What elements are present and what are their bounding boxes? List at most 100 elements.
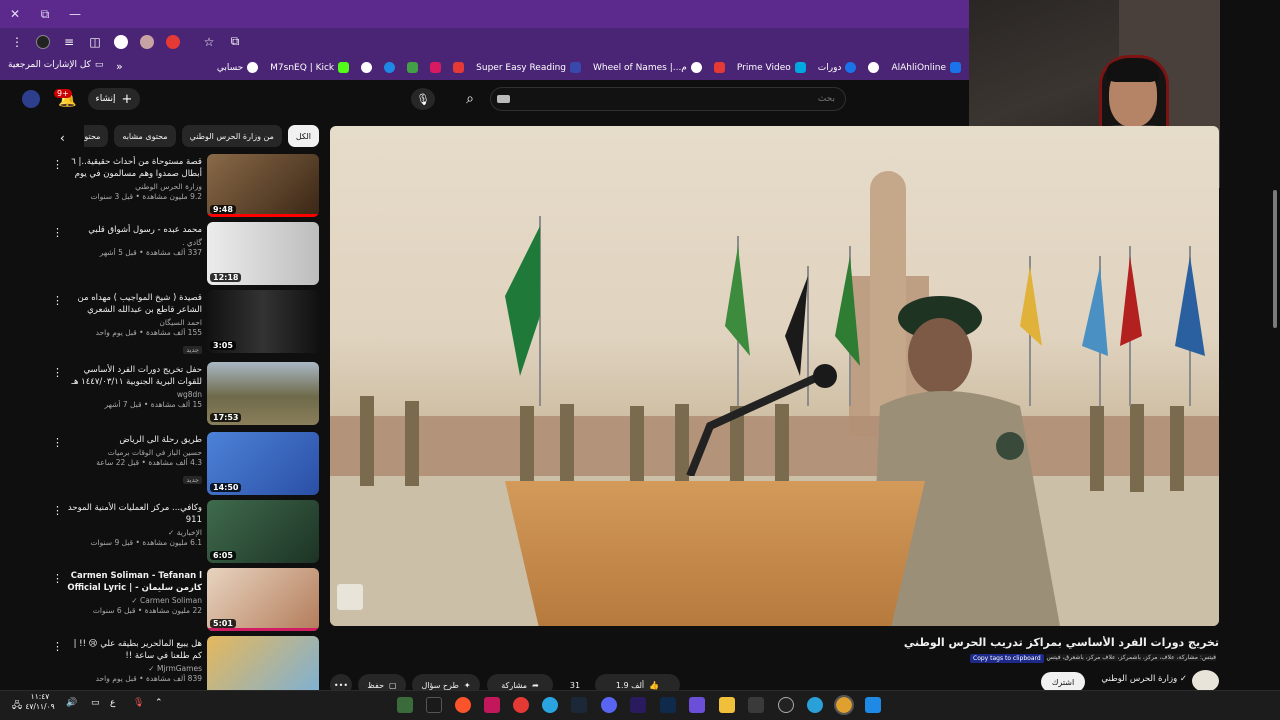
more-actions-icon[interactable]: ⋮ bbox=[52, 366, 63, 379]
bookmark-item[interactable]: Super Easy Reading bbox=[472, 62, 585, 73]
more-actions-icon[interactable]: ⋮ bbox=[52, 294, 63, 307]
bookmark-item[interactable]: M7snEQ | Kick bbox=[266, 62, 353, 73]
list-item[interactable]: 17:53 حفل تخريج دورات الفرد الأساسي للقو… bbox=[40, 362, 320, 426]
taskbar-app-photoshop-icon[interactable] bbox=[660, 697, 676, 713]
list-item[interactable]: 5:01 Carmen Soliman - Tefanan l كارمن سل… bbox=[40, 568, 320, 632]
restore-window-button[interactable]: ⧉ bbox=[30, 0, 60, 28]
menu-kebab-icon[interactable]: ⋮ bbox=[6, 32, 28, 52]
extension-eye-icon[interactable] bbox=[136, 32, 158, 52]
video-title[interactable]: هل يبيع المالحرير بطيقه علي 😢 !! | كم طل… bbox=[66, 638, 202, 662]
language-indicator[interactable]: ع bbox=[110, 698, 115, 708]
bookmark-item[interactable]: Prime Video bbox=[733, 62, 810, 73]
extension-youtube-icon[interactable] bbox=[162, 32, 184, 52]
bookmark-item[interactable]: دورات bbox=[814, 62, 861, 73]
taskbar-app-brave-icon[interactable] bbox=[455, 697, 471, 713]
list-item[interactable]: 14:50 طريق رحلة الى الرياض حسين الباز في… bbox=[40, 432, 320, 496]
bookmark-item[interactable] bbox=[864, 62, 883, 73]
bookmark-star-icon[interactable]: ☆ bbox=[198, 32, 220, 52]
list-item[interactable]: 6:05 وكافي... مركز العمليات الأمنية المو… bbox=[40, 500, 320, 564]
channel-name[interactable]: Carmen Soliman ✓ bbox=[66, 596, 202, 605]
video-thumbnail[interactable]: 5:01 bbox=[207, 568, 319, 631]
voice-search-button[interactable]: 🎙 bbox=[411, 88, 435, 110]
profile-icon[interactable] bbox=[32, 32, 54, 52]
taskbar-app-steam-icon[interactable] bbox=[571, 697, 587, 713]
channel-name[interactable]: وزارة الحرس الوطني bbox=[66, 182, 202, 191]
video-title[interactable]: وكافي... مركز العمليات الأمنية الموحد 91… bbox=[66, 502, 202, 526]
install-app-icon[interactable]: ⧉ bbox=[224, 32, 246, 52]
search-input[interactable] bbox=[490, 87, 846, 111]
taskbar-app-icon[interactable] bbox=[689, 697, 705, 713]
video-thumbnail[interactable]: 3:05 bbox=[207, 290, 319, 353]
chip-all[interactable]: الكل bbox=[287, 125, 319, 147]
more-actions-icon[interactable]: ⋮ bbox=[52, 436, 63, 449]
taskbar-app-chrome-icon[interactable] bbox=[834, 695, 854, 715]
all-bookmarks-button[interactable]: كل الإشارات المرجعية ▭ bbox=[8, 60, 103, 70]
taskbar-app-github-icon[interactable] bbox=[778, 697, 794, 713]
taskbar-app-telegram-icon[interactable] bbox=[542, 697, 558, 713]
bookmark-item[interactable] bbox=[380, 62, 399, 73]
subscribe-button[interactable]: اشترك bbox=[1041, 672, 1085, 692]
taskbar-app-excel-icon[interactable] bbox=[397, 697, 413, 713]
video-thumbnail[interactable]: 6:05 bbox=[207, 500, 319, 563]
chevron-left-icon[interactable]: ‹ bbox=[60, 131, 65, 145]
taskbar-app-icon[interactable] bbox=[484, 697, 500, 713]
channel-name[interactable]: الإخبارية ✓ bbox=[66, 528, 202, 537]
video-thumbnail[interactable]: 9:48 bbox=[207, 154, 319, 217]
more-actions-icon[interactable]: ⋮ bbox=[52, 572, 63, 585]
taskbar-app-icon[interactable] bbox=[513, 697, 529, 713]
bookmark-item[interactable]: حسابي bbox=[213, 62, 262, 73]
bookmark-item[interactable]: م...| Wheel of Names bbox=[589, 62, 706, 73]
extension-brave-icon[interactable] bbox=[110, 32, 132, 52]
bookmark-item[interactable] bbox=[710, 62, 729, 73]
network-icon[interactable]: 🖧 bbox=[12, 698, 22, 714]
bookmark-item[interactable] bbox=[426, 62, 445, 73]
video-title[interactable]: Carmen Soliman - Tefanan l كارمن سليمان … bbox=[66, 570, 202, 594]
speaker-icon[interactable]: 🔊 bbox=[66, 698, 77, 708]
channel-avatar[interactable] bbox=[1192, 670, 1219, 692]
bookmark-item[interactable] bbox=[403, 62, 422, 73]
page-scrollbar[interactable] bbox=[1271, 188, 1280, 688]
taskbar-app-discord-icon[interactable] bbox=[601, 697, 617, 713]
more-actions-icon[interactable]: ⋮ bbox=[52, 226, 63, 239]
mic-active-icon[interactable]: 🎙 bbox=[133, 698, 144, 708]
taskbar-app-store-icon[interactable] bbox=[748, 697, 764, 713]
channel-name[interactable]: گادي . bbox=[66, 238, 202, 247]
close-window-button[interactable]: ✕ bbox=[0, 0, 30, 28]
video-thumbnail[interactable]: 14:50 bbox=[207, 432, 319, 495]
taskbar-app-edge-icon[interactable] bbox=[807, 697, 823, 713]
taskbar-clock[interactable]: ١١:٤٧ ٤٧/١١/٠٩ bbox=[25, 692, 55, 712]
video-thumbnail[interactable]: 17:53 bbox=[207, 362, 319, 425]
keyboard-icon[interactable] bbox=[497, 95, 510, 103]
video-thumbnail[interactable]: 12:18 bbox=[207, 222, 319, 285]
video-title[interactable]: طريق رحلة الى الرياض bbox=[66, 434, 202, 446]
list-item[interactable]: 3:05 قصيدة ( شيخ المواجيب ) مهداه من الش… bbox=[40, 290, 320, 354]
video-title[interactable]: محمد عبده - رسول أشواق قلبي bbox=[66, 224, 202, 236]
video-title[interactable]: قصة مستوحاة من أحداث حقيقية..| ٦ أبطال ص… bbox=[66, 156, 202, 180]
windows-start-icon[interactable] bbox=[865, 697, 881, 713]
taskbar-app-terminal-icon[interactable] bbox=[426, 697, 442, 713]
list-item[interactable]: هل يبيع المالحرير بطيقه علي 😢 !! | كم طل… bbox=[40, 636, 320, 690]
minimize-window-button[interactable]: — bbox=[60, 0, 90, 28]
search-button[interactable]: ⌕ bbox=[457, 88, 483, 110]
video-title[interactable]: قصيدة ( شيخ المواجيب ) مهداه من الشاعر ق… bbox=[66, 292, 203, 316]
chip-more[interactable]: محتوى يه... bbox=[84, 125, 109, 147]
channel-name[interactable]: MjrmGames ✓ bbox=[66, 664, 202, 673]
channel-name[interactable]: ✓ وزارة الحرس الوطني bbox=[1095, 674, 1187, 684]
taskbar-app-explorer-icon[interactable] bbox=[719, 697, 735, 713]
more-actions-icon[interactable]: ⋮ bbox=[52, 504, 63, 517]
bookmark-item[interactable]: AlAhliOnline bbox=[887, 62, 965, 73]
bookmark-item[interactable] bbox=[357, 62, 376, 73]
playlist-icon[interactable]: ≡ bbox=[58, 32, 80, 52]
create-button[interactable]: إنشاء + bbox=[88, 88, 140, 110]
more-actions-icon[interactable]: ⋮ bbox=[52, 158, 63, 171]
account-avatar[interactable] bbox=[22, 90, 40, 108]
chip-similar[interactable]: محتوى مشابه bbox=[114, 125, 176, 147]
taskbar-app-premiere-icon[interactable] bbox=[630, 697, 646, 713]
list-item[interactable]: 9:48 قصة مستوحاة من أحداث حقيقية..| ٦ أب… bbox=[40, 154, 320, 218]
video-title[interactable]: حفل تخريج دورات الفرد الأساسي للقوات الب… bbox=[66, 364, 202, 388]
extensions-icon[interactable]: ◫ bbox=[84, 32, 106, 52]
channel-name[interactable]: احمد السيگان bbox=[66, 318, 202, 327]
copy-tags-button[interactable]: Copy tags to clipboard bbox=[970, 654, 1044, 663]
list-item[interactable]: 12:18 محمد عبده - رسول أشواق قلبي گادي .… bbox=[40, 222, 320, 286]
video-thumbnail[interactable] bbox=[207, 636, 319, 690]
